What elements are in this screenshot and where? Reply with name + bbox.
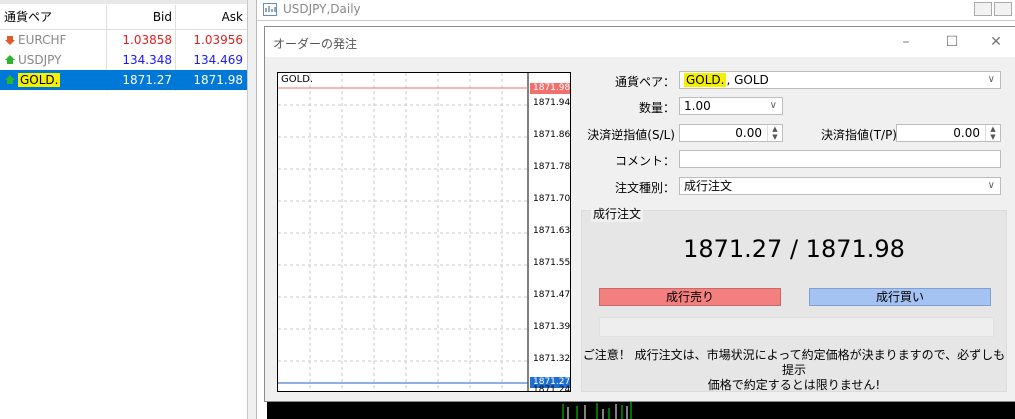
bid-cell: 134.348 [122,53,172,67]
sell-by-market-button[interactable]: 成行売り [599,288,781,306]
take-profit-value: 0.00 [953,126,980,140]
symbol-cell: EURCHF [18,33,67,47]
market-watch-row-selected[interactable]: GOLD. 1871.27 1871.98 [0,70,247,90]
comment-input[interactable] [679,150,1001,168]
market-order-legend: 成行注文 [591,205,644,222]
order-dialog: オーダーの発注 – ☐ ✕ GOLD. 1871.98 1871.27 1871… [264,26,1015,402]
comment-label: コメント： [614,154,675,168]
tick-chart: GOLD. 1871.98 1871.27 1871.94 1871.86 18… [277,72,571,395]
notice-line: 価格で約定するとは限りません! [707,378,881,392]
column-header-ask[interactable]: Ask [176,7,243,27]
ask-price-tag: 1871.98 [530,83,570,94]
spinner-icon[interactable]: ▲ ▼ [767,125,782,141]
symbol-select[interactable]: GOLD., GOLD ∨ [679,71,1001,89]
volume-combobox[interactable]: 1.00 ∨ [679,97,783,115]
price-tick-label: 1871.47 [533,290,571,300]
price-tick-label: 1871.63 [533,226,571,236]
market-watch-caption [0,0,247,4]
market-watch-header: 通貨ペア Bid Ask [0,5,247,30]
symbol-label: 通貨ペア： [614,75,675,89]
market-order-notice: ご注意！ 成行注文は、市場状況によって約定価格が決まりますので、必ずしも提示 価… [582,348,1006,393]
maximize-icon[interactable]: ☐ [942,33,962,51]
price-tick-label: 1871.24 [533,385,571,395]
maximize-button[interactable] [994,2,1012,16]
market-watch-row[interactable]: USDJPY 134.348 134.469 [0,50,247,70]
price-tick-label: 1871.32 [533,354,571,364]
minimize-button[interactable] [974,2,992,16]
chevron-down-icon: ∨ [987,74,995,85]
symbol-cell: GOLD. [2,70,108,90]
price-tick-label: 1871.55 [533,258,571,268]
minimize-icon[interactable]: – [896,33,916,51]
take-profit-label: 決済指値(T/P) [821,128,897,142]
price-quote: 1871.27 / 1871.98 [683,235,905,263]
stop-loss-value: 0.00 [735,126,762,140]
symbol-cell: USDJPY [18,53,62,67]
column-header-symbol[interactable]: 通貨ペア [4,7,104,27]
price-tick-label: 1871.86 [533,130,571,140]
dialog-title: オーダーの発注 [273,37,358,51]
symbol-value-highlight: GOLD. [684,73,727,87]
stop-loss-input[interactable]: 0.00 ▲ ▼ [679,124,783,142]
dialog-titlebar: オーダーの発注 – ☐ ✕ [265,27,1015,57]
market-watch-panel: 通貨ペア Bid Ask EURCHF 1.03858 1.03956 USDJ… [0,0,248,419]
chart-window-titlebar: USDJPY,Daily [257,0,1015,21]
progress-bar [599,317,994,337]
order-type-select[interactable]: 成行注文 ∨ [679,177,1001,195]
notice-line: ご注意！ 成行注文は、市場状況によって約定価格が決まりますので、必ずしも提示 [582,348,1006,377]
bid-cell: 1871.27 [122,73,172,87]
tick-chart-symbol: GOLD. [281,74,314,85]
price-tick-label: 1871.39 [533,322,571,332]
ask-cell: 1.03956 [193,33,243,47]
chart-icon [263,3,277,16]
chart-window-title: USDJPY,Daily [283,2,361,16]
ask-cell: 134.469 [193,53,243,67]
column-header-bid[interactable]: Bid [104,7,172,27]
tick-chart-grid [278,73,529,391]
stop-loss-label: 決済逆指値(S/L) [587,128,675,142]
price-tick-label: 1871.70 [533,194,571,204]
price-chart-area[interactable] [267,400,1015,419]
take-profit-input[interactable]: 0.00 ▲ ▼ [896,124,1001,142]
market-watch-row[interactable]: EURCHF 1.03858 1.03956 [0,30,247,50]
market-order-group: 1871.27 / 1871.98 成行売り 成行買い ご注意！ 成行注文は、市… [581,210,1007,392]
order-type-label: 注文種別： [614,181,675,195]
buy-by-market-button[interactable]: 成行買い [809,288,991,306]
symbol-highlight: GOLD. [18,73,61,87]
close-icon[interactable]: ✕ [986,33,1006,51]
candlestick-bars [562,402,632,419]
bid-cell: 1.03858 [122,33,172,47]
chevron-down-icon: ∨ [769,100,777,111]
chevron-down-icon: ∨ [987,180,995,191]
order-type-value: 成行注文 [684,179,733,193]
price-tick-label: 1871.94 [533,98,571,108]
volume-label: 数量： [638,101,675,115]
volume-value: 1.00 [684,99,711,113]
ask-cell: 1871.98 [193,73,243,87]
price-tick-label: 1871.78 [533,162,571,172]
symbol-value-rest: , GOLD [726,73,769,87]
spinner-icon[interactable]: ▲ ▼ [985,125,1000,141]
